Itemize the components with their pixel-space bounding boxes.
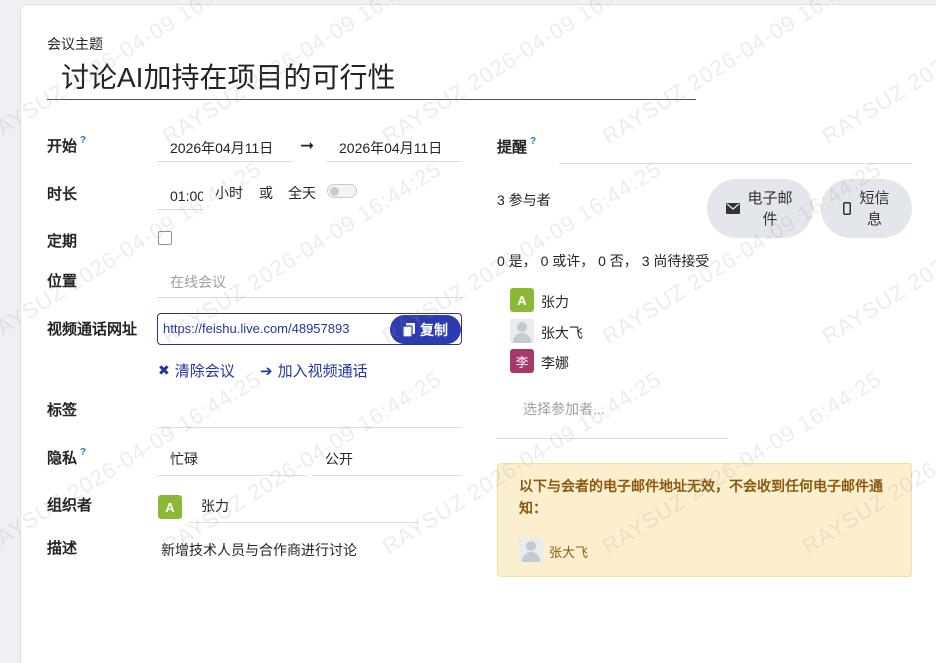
reminder-label: 提醒? — [497, 136, 537, 156]
sms-button-label: 短信息 — [859, 189, 890, 228]
help-icon[interactable]: ? — [80, 447, 86, 458]
email-button-label: 电子邮件 — [747, 189, 793, 228]
alert-person-name: 张大飞 — [549, 545, 589, 560]
avatar: A — [510, 288, 534, 312]
end-date-input[interactable]: 2026年04月11日 — [326, 134, 462, 162]
join-video-label: 加入视频通话 — [277, 363, 368, 380]
invalid-email-alert: 以下与会者的电子邮件地址无效，不会收到任何电子邮件通知： 张大飞 — [497, 463, 912, 577]
privacy-label: 隐私? — [47, 447, 87, 467]
sms-button[interactable]: 短信息 — [821, 179, 912, 238]
clear-meeting-label: 清除会议 — [174, 363, 235, 380]
arrow-right-icon: ➞ — [300, 136, 315, 155]
avatar — [519, 538, 543, 562]
start-date-input[interactable]: 2026年04月11日 — [157, 134, 293, 162]
allday-label: 全天 — [288, 185, 316, 201]
description-label: 描述 — [47, 540, 78, 557]
description-text[interactable]: 新增技术人员与合作商进行讨论 — [161, 540, 357, 560]
email-button[interactable]: 电子邮件 — [707, 179, 813, 238]
privacy-busy-select[interactable]: 忙碌 — [157, 444, 307, 476]
attendee-name[interactable]: 张大飞 — [541, 323, 583, 343]
video-url-label: 视频通话网址 — [47, 321, 138, 338]
duration-label: 时长 — [47, 186, 78, 203]
location-input[interactable]: 在线会议 — [157, 268, 462, 298]
duration-input[interactable]: 01:00 — [157, 182, 203, 210]
location-label: 位置 — [47, 273, 78, 290]
subject-label: 会议主题 — [47, 36, 103, 52]
hours-unit: 小时 — [215, 185, 243, 201]
organizer-label: 组织者 — [47, 497, 93, 514]
attendee-name[interactable]: 李娜 — [541, 353, 569, 373]
start-label: 开始? — [47, 135, 87, 155]
select-attendee-input[interactable]: 选择参加者... — [497, 392, 727, 439]
join-video-link[interactable]: ➔ 加入视频通话 — [260, 360, 368, 381]
privacy-public-select[interactable]: 公开 — [312, 444, 462, 476]
attendee-status-summary: 0 是， 0 或许， 0 否， 3 尚待接受 — [497, 253, 710, 269]
attendee-count: 3 参与者 — [497, 192, 551, 208]
close-icon: ✖ — [158, 362, 170, 378]
avatar: 李 — [510, 349, 534, 373]
copy-button[interactable]: 复制 — [390, 315, 461, 344]
organizer-input[interactable]: 张力 — [188, 492, 418, 523]
tags-label: 标签 — [47, 402, 78, 419]
reminder-input[interactable] — [559, 132, 912, 164]
allday-toggle[interactable] — [327, 184, 357, 198]
video-url-text: https://feishu.live.com/48957893 — [163, 321, 350, 336]
avatar: A — [158, 495, 182, 519]
copy-button-label: 复制 — [420, 321, 448, 338]
or-text: 或 — [259, 185, 273, 201]
mobile-icon — [842, 202, 851, 215]
alert-message: 以下与会者的电子邮件地址无效，不会收到任何电子邮件通知： — [519, 478, 883, 516]
attendee-name[interactable]: 张力 — [541, 292, 569, 312]
subject-input[interactable]: 讨论AI加持在项目的可行性 — [47, 58, 696, 100]
envelope-icon — [726, 203, 740, 214]
help-icon[interactable]: ? — [80, 135, 86, 146]
recurrence-label: 定期 — [47, 233, 78, 250]
arrow-right-icon: ➔ — [260, 362, 273, 380]
help-icon[interactable]: ? — [530, 136, 536, 147]
clear-meeting-link[interactable]: ✖ 清除会议 — [158, 360, 235, 381]
copy-icon — [403, 322, 415, 337]
recurrence-checkbox[interactable] — [158, 231, 172, 245]
tags-input[interactable] — [157, 398, 462, 428]
avatar — [510, 319, 534, 343]
